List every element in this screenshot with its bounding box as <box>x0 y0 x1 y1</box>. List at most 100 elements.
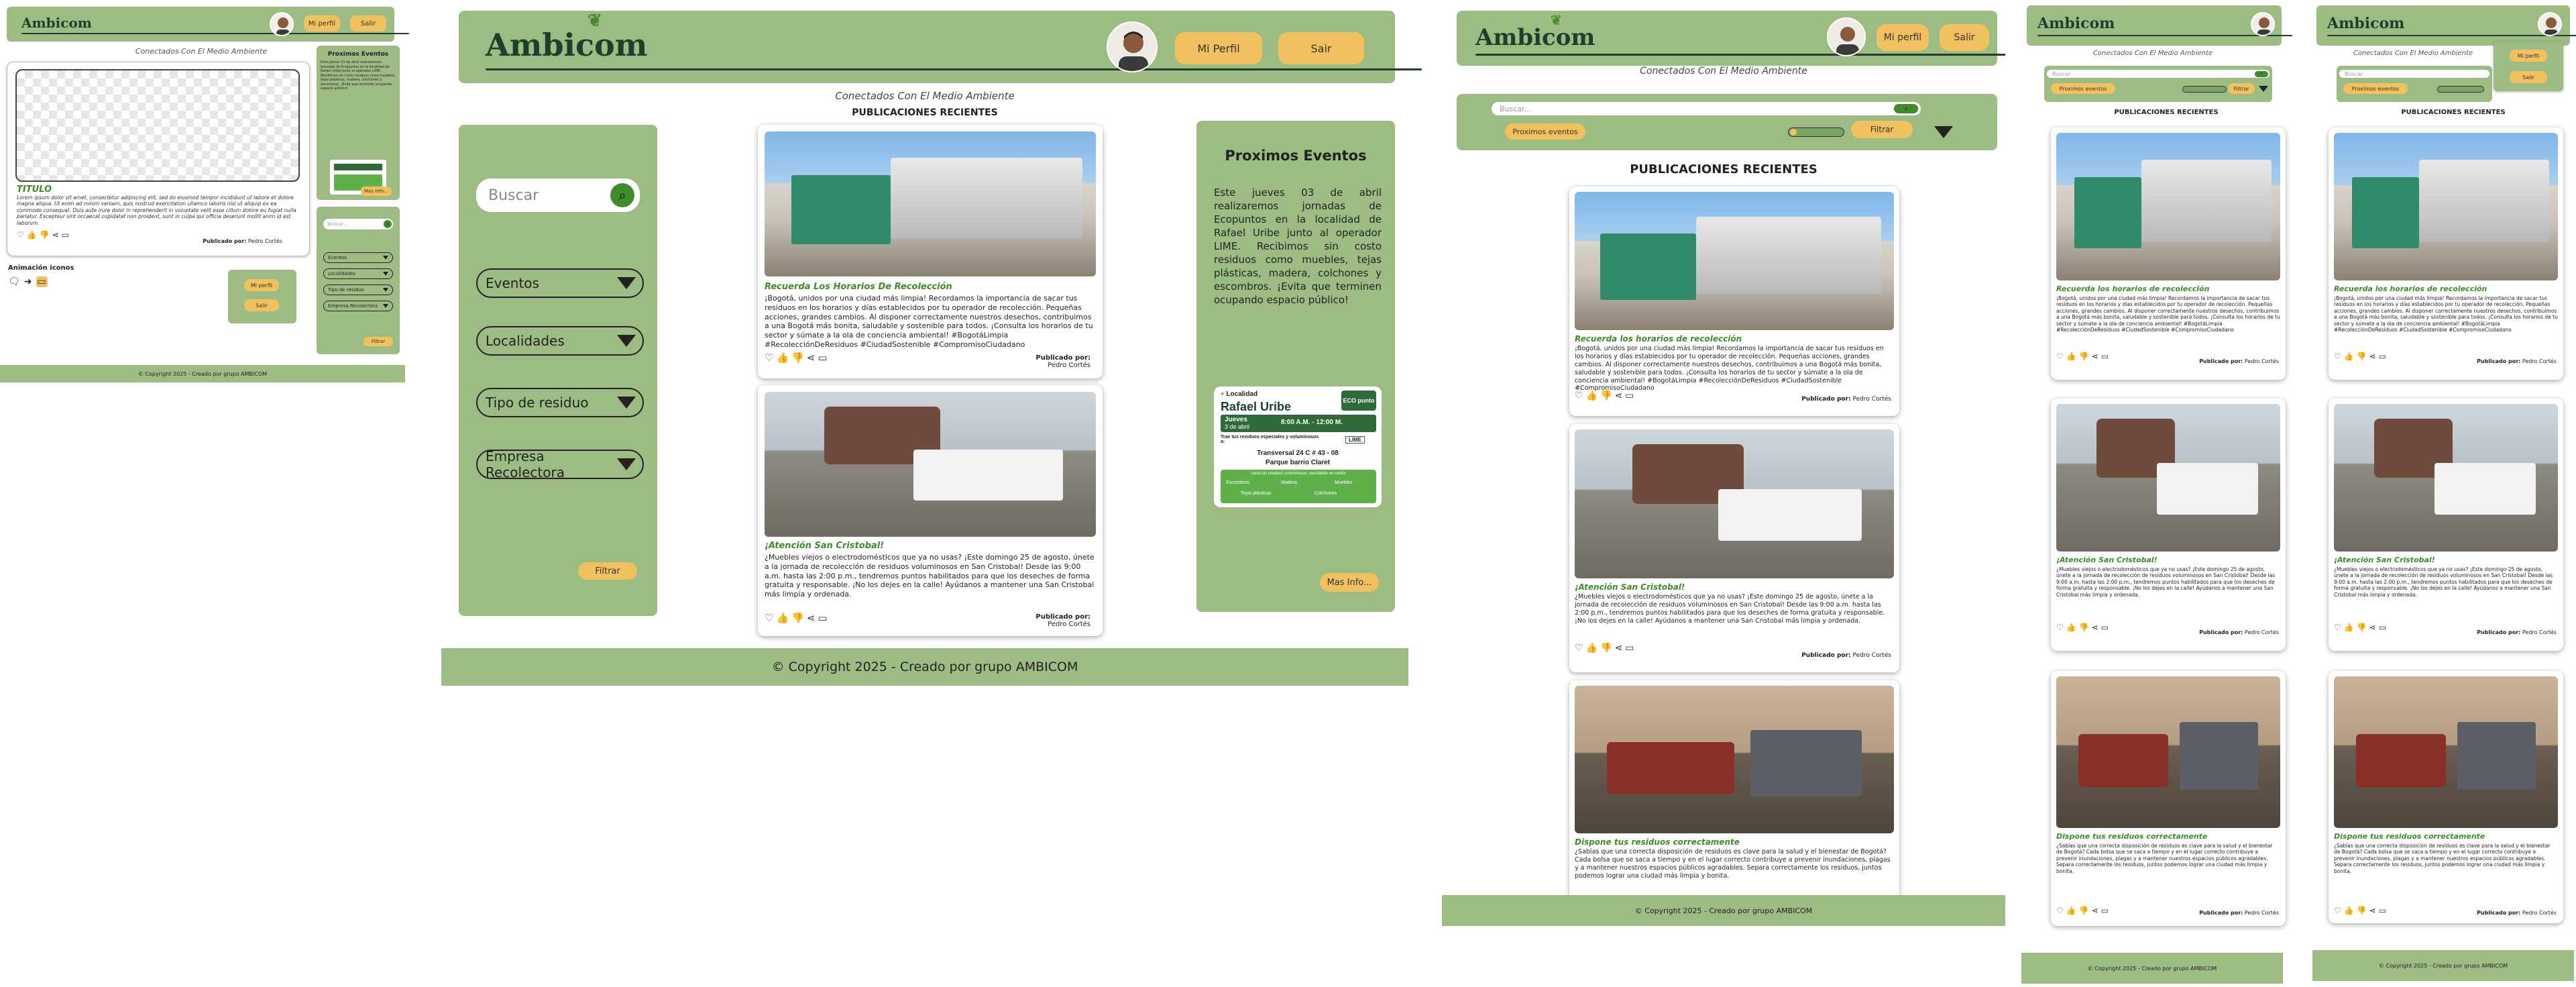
search-icon[interactable]: ⌕ <box>384 220 392 228</box>
thumbs-down-icon[interactable]: 👎 <box>791 352 804 364</box>
thumbs-up-icon[interactable]: 👍 <box>2066 623 2076 632</box>
comment-icon[interactable]: ▭ <box>2101 906 2109 915</box>
heart-icon[interactable]: ♡ <box>2334 623 2341 632</box>
thumbs-up-icon[interactable]: 👍 <box>776 612 789 624</box>
avatar[interactable] <box>2251 12 2275 36</box>
profile-button[interactable]: Mi perfil <box>1877 24 1929 51</box>
post-image[interactable] <box>1575 686 1894 833</box>
chevron-down-icon[interactable] <box>2259 86 2268 92</box>
search-input[interactable]: Buscar ⌕ <box>2047 70 2270 78</box>
thumbs-down-icon[interactable]: 👎 <box>2079 623 2089 632</box>
post-title[interactable]: Dispone tus residuos correctamente <box>2056 832 2207 841</box>
heart-icon[interactable]: ♡ <box>765 352 773 364</box>
thumbs-up-icon[interactable]: 👍 <box>2344 623 2354 632</box>
events-chip[interactable]: Proximos eventos <box>2051 83 2115 94</box>
post-image[interactable] <box>1575 429 1894 578</box>
post-image[interactable] <box>765 132 1096 276</box>
chevron-down-icon[interactable] <box>1934 126 1953 138</box>
post-title[interactable]: Dispone tus residuos correctamente <box>2334 832 2485 841</box>
avatar[interactable] <box>2538 12 2562 36</box>
heart-icon[interactable]: ♡ <box>17 230 24 240</box>
post-title[interactable]: ¡Atención San Cristobal! <box>2334 556 2435 564</box>
heart-icon[interactable]: ♡ <box>1575 391 1583 401</box>
share-icon[interactable]: ⋖ <box>807 612 816 624</box>
profile-button[interactable]: Mi Perfil <box>1175 32 1262 64</box>
post-image[interactable] <box>2334 404 2558 552</box>
logout-button[interactable]: Sair <box>1278 32 1364 64</box>
thumbs-up-icon[interactable]: 👍 <box>1586 391 1598 401</box>
logout-button[interactable]: Salir <box>1940 24 1989 51</box>
thumbs-down-icon[interactable]: 👎 <box>2079 352 2089 361</box>
post-title[interactable]: Recuerda los horarios de recolección <box>2056 284 2209 293</box>
toggle[interactable] <box>2182 86 2227 93</box>
post-title[interactable]: ¡Atención San Cristobal! <box>2056 556 2158 564</box>
search-input[interactable]: Buscar ⌕ <box>476 178 640 212</box>
waste-type-select[interactable]: Tipo de residuo <box>323 284 393 295</box>
search-input[interactable]: Buscar... ⌕ <box>1492 102 1921 115</box>
share-icon[interactable]: ⋖ <box>1614 391 1622 401</box>
more-info-button[interactable]: Mas Info... <box>361 187 392 196</box>
thumbs-down-icon[interactable]: 👎 <box>2357 352 2367 361</box>
filter-button[interactable]: Filtrar <box>1851 121 1913 138</box>
heart-icon[interactable]: ♡ <box>2056 906 2064 915</box>
post-title[interactable]: Recuerda los horarios de recolección <box>2334 284 2487 293</box>
toggle[interactable] <box>1788 127 1844 137</box>
more-info-button[interactable]: Mas Info... <box>1320 573 1379 592</box>
thumbs-down-icon[interactable]: 👎 <box>1600 391 1612 401</box>
company-select[interactable]: Empresa Recolectora <box>323 301 393 311</box>
post-title[interactable]: ¡Atención San Cristobal! <box>1575 582 1685 592</box>
thumbs-up-icon[interactable]: 👍 <box>2344 352 2354 361</box>
share-icon[interactable]: ⋖ <box>2369 906 2376 915</box>
thumbs-down-icon[interactable]: 👎 <box>1600 643 1612 654</box>
thumbs-down-icon[interactable]: 👎 <box>40 230 50 240</box>
post-image[interactable] <box>2056 404 2280 552</box>
comment-icon[interactable]: ▭ <box>62 230 69 240</box>
post-image[interactable] <box>765 392 1096 537</box>
logout-button[interactable]: Salir <box>2510 71 2547 83</box>
share-icon[interactable]: ⋖ <box>1614 643 1622 654</box>
post-title[interactable]: Recuerda los horarios de recolección <box>1575 334 1742 344</box>
comment-icon[interactable]: ▭ <box>2379 352 2386 361</box>
comment-icon[interactable]: ▭ <box>818 612 827 624</box>
share-icon[interactable]: ⋖ <box>2369 623 2376 632</box>
thumbs-up-icon[interactable]: 👍 <box>1586 643 1598 654</box>
share-icon[interactable]: ⋖ <box>2092 906 2098 915</box>
thumbs-up-icon[interactable]: 👍 <box>27 230 37 240</box>
event-flyer[interactable]: ⌖ Localidad Rafael Uribe ECO punto Jueve… <box>1214 386 1382 507</box>
localities-select[interactable]: Localidades <box>323 268 393 279</box>
thumbs-down-icon[interactable]: 👎 <box>2357 906 2367 915</box>
comment-icon[interactable]: ▭ <box>2101 623 2109 632</box>
avatar[interactable] <box>270 12 294 36</box>
filter-button[interactable]: Filtrar <box>363 337 393 346</box>
search-icon[interactable]: ⌕ <box>1894 104 1918 113</box>
search-input[interactable]: Buscar <box>2339 70 2489 78</box>
post-title[interactable]: Dispone tus residuos correctamente <box>1575 837 1740 847</box>
company-select[interactable]: Empresa Recolectora <box>476 448 644 480</box>
events-select[interactable]: Eventos <box>476 268 644 298</box>
events-chip[interactable]: Proximos eventos <box>1505 123 1585 140</box>
thumbs-down-icon[interactable]: 👎 <box>2079 906 2089 915</box>
heart-icon[interactable]: ♡ <box>2056 623 2064 632</box>
post-image[interactable] <box>2334 676 2558 828</box>
heart-icon[interactable]: ♡ <box>1575 643 1583 654</box>
filter-button[interactable]: Filtrar <box>578 562 637 580</box>
post-image[interactable] <box>2056 676 2280 828</box>
toggle[interactable] <box>2437 86 2484 93</box>
post-title[interactable]: ¡Atención San Cristobal! <box>765 541 884 551</box>
post-image[interactable] <box>2056 133 2280 280</box>
share-icon[interactable]: ⋖ <box>807 352 816 364</box>
share-icon[interactable]: ⋖ <box>2092 352 2098 361</box>
post-image[interactable] <box>1575 192 1894 330</box>
heart-icon[interactable]: ♡ <box>2334 352 2341 361</box>
filter-button[interactable]: Filtrar <box>2228 83 2255 94</box>
logout-button[interactable]: Salir <box>350 15 386 32</box>
heart-icon[interactable]: ♡ <box>2334 906 2341 915</box>
thumbs-up-icon[interactable]: 👍 <box>776 352 789 364</box>
search-icon[interactable]: ⌕ <box>610 183 634 207</box>
share-icon[interactable]: ⋖ <box>2369 352 2376 361</box>
events-chip[interactable]: Proximos eventos <box>2343 83 2408 94</box>
comment-icon[interactable]: ▭ <box>2101 352 2109 361</box>
comment-icon[interactable]: ▭ <box>2379 906 2386 915</box>
thumbs-down-icon[interactable]: 👎 <box>2357 623 2367 632</box>
thumbs-up-icon[interactable]: 👍 <box>2344 906 2354 915</box>
